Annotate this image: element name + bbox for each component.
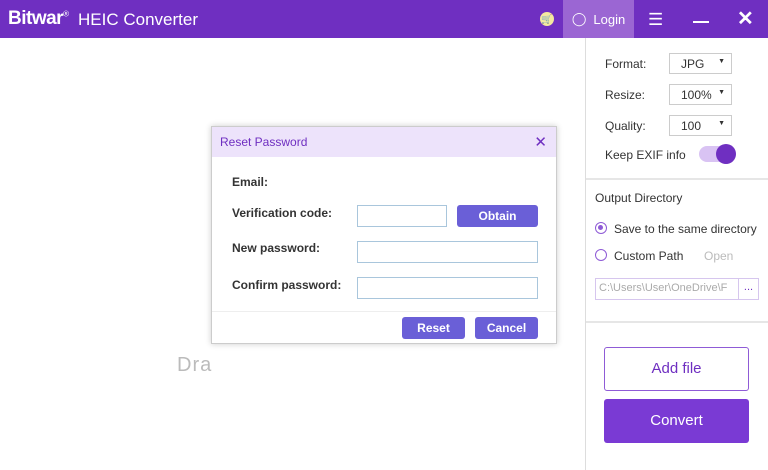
close-icon[interactable]: ✕: [534, 133, 547, 151]
resize-label: Resize:: [605, 88, 646, 102]
title-bar: Bitwar® HEIC Converter 🛒 ◯ Login ☰ ✕: [0, 0, 768, 38]
confirm-password-input[interactable]: [357, 277, 538, 299]
same-dir-radio[interactable]: [595, 222, 607, 234]
browse-button[interactable]: ...: [738, 279, 758, 299]
divider: [586, 321, 768, 323]
resize-select[interactable]: 100% ▼: [669, 84, 732, 105]
menu-icon[interactable]: ☰: [648, 10, 663, 30]
custom-path-radio[interactable]: [595, 249, 607, 261]
output-title: Output Directory: [595, 191, 683, 205]
login-label: Login: [593, 11, 626, 27]
caret-down-icon: ▼: [718, 120, 725, 127]
exif-toggle[interactable]: [699, 144, 736, 164]
caret-down-icon: ▼: [718, 58, 725, 65]
open-link[interactable]: Open: [704, 249, 733, 263]
add-file-button[interactable]: Add file: [604, 347, 749, 391]
divider: [212, 311, 556, 312]
user-icon: ◯: [571, 11, 587, 26]
minimize-icon[interactable]: [693, 21, 709, 23]
format-select[interactable]: JPG ▼: [669, 53, 732, 74]
exif-label: Keep EXIF info: [605, 148, 686, 162]
same-dir-label[interactable]: Save to the same directory: [614, 222, 757, 236]
convert-button[interactable]: Convert: [604, 399, 749, 443]
login-button[interactable]: ◯ Login: [563, 0, 634, 38]
reset-password-dialog: Reset Password ✕ Email: Verification code…: [211, 126, 557, 344]
obtain-button[interactable]: Obtain: [457, 205, 538, 227]
logo: Bitwar®: [8, 8, 69, 29]
quality-select[interactable]: 100 ▼: [669, 115, 732, 136]
drop-hint: Dra: [177, 354, 213, 376]
verification-code-input[interactable]: [357, 205, 447, 227]
quality-label: Quality:: [605, 119, 646, 133]
custom-path-label[interactable]: Custom Path: [614, 249, 683, 263]
settings-panel: Format: JPG ▼ Resize: 100% ▼ Quality: 100 ▼…: [585, 38, 768, 470]
dialog-title: Reset Password: [220, 135, 308, 149]
format-label: Format:: [605, 57, 647, 71]
new-password-input[interactable]: [357, 241, 538, 263]
reset-button[interactable]: Reset: [402, 317, 465, 339]
email-label: Email:: [232, 175, 269, 189]
divider: [586, 178, 768, 180]
code-label: Verification code:: [232, 206, 333, 220]
close-icon[interactable]: ✕: [737, 6, 754, 31]
caret-down-icon: ▼: [718, 89, 725, 96]
confirm-password-label: Confirm password:: [232, 278, 342, 292]
new-password-label: New password:: [232, 241, 321, 255]
cart-icon[interactable]: 🛒: [540, 12, 554, 26]
cancel-button[interactable]: Cancel: [475, 317, 538, 339]
path-input[interactable]: C:\Users\User\OneDrive\F...: [595, 278, 759, 300]
app-title: HEIC Converter: [78, 10, 198, 29]
